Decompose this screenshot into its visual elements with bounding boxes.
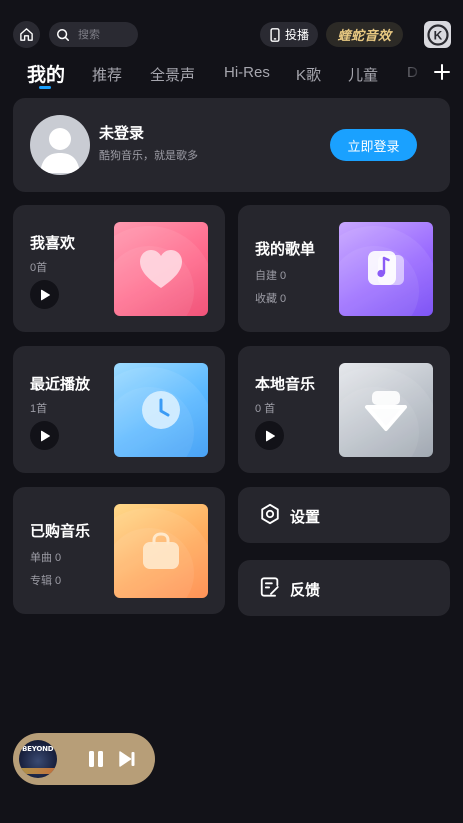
local-card[interactable]: 本地音乐 0 首: [238, 346, 450, 473]
recent-art: [114, 363, 208, 457]
cast-button[interactable]: 投播: [260, 22, 318, 47]
purchased-card[interactable]: 已购音乐 单曲 0 专辑 0: [13, 487, 225, 614]
tab-ksong[interactable]: K歌: [296, 64, 321, 85]
cover-text: BEYOND: [22, 745, 54, 753]
recent-title: 最近播放: [30, 376, 91, 393]
purchased-title: 已购音乐: [30, 523, 91, 540]
search-icon: [56, 28, 70, 41]
cover-stripe: [19, 768, 57, 774]
playlists-title: 我的歌单: [255, 241, 316, 258]
search-box[interactable]: [49, 22, 138, 47]
next-track-icon[interactable]: [117, 749, 137, 769]
tab-indicator: [39, 86, 51, 89]
favorites-play-button[interactable]: [30, 280, 59, 309]
purchased-singles: 单曲 0: [30, 552, 62, 564]
tab-atmos[interactable]: 全景声: [150, 64, 195, 85]
add-tab-icon[interactable]: [433, 63, 451, 81]
feedback-icon: [260, 577, 279, 597]
sound-effect-button[interactable]: 蝰蛇音效: [326, 22, 403, 47]
login-title: 未登录: [99, 125, 145, 142]
play-icon: [40, 430, 50, 441]
k-logo-icon: K: [426, 23, 449, 46]
recent-count: 1首: [30, 403, 48, 415]
home-button[interactable]: [13, 21, 40, 48]
local-play-button[interactable]: [255, 421, 284, 450]
playlists-card[interactable]: 我的歌单 自建 0 收藏 0: [238, 205, 450, 332]
login-subtitle: 酷狗音乐，就是歌多: [99, 150, 198, 162]
gear-icon: [261, 503, 279, 525]
tab-recommend[interactable]: 推荐: [92, 64, 122, 85]
tab-hires[interactable]: Hi-Res: [224, 64, 270, 81]
home-icon: [20, 28, 33, 41]
clock-icon: [142, 391, 180, 429]
local-count: 0 首: [255, 403, 276, 415]
heart-icon: [140, 250, 182, 288]
favorites-title: 我喜欢: [30, 235, 76, 252]
playlist-icon: [368, 251, 404, 285]
mini-player[interactable]: BEYOND: [13, 733, 155, 785]
purchased-art: [114, 504, 208, 598]
playlists-art: [339, 222, 433, 316]
top-bar: 投播 蝰蛇音效 K: [0, 18, 463, 52]
favorites-card[interactable]: 我喜欢 0首: [13, 205, 225, 332]
playlists-created: 自建 0: [255, 270, 287, 282]
download-icon: [365, 391, 407, 431]
playlists-collected: 收藏 0: [255, 293, 287, 305]
default-avatar-icon: [40, 128, 80, 173]
settings-row[interactable]: 设置: [238, 487, 450, 543]
login-button[interactable]: 立即登录: [330, 129, 417, 161]
login-card[interactable]: 未登录 酷狗音乐，就是歌多 立即登录: [13, 98, 450, 192]
bag-icon: [143, 532, 179, 569]
favorites-art: [114, 222, 208, 316]
pause-icon[interactable]: [86, 749, 106, 769]
sound-effect-label: 蝰蛇音效: [337, 29, 392, 44]
play-icon: [265, 430, 275, 441]
album-cover[interactable]: BEYOND: [19, 740, 57, 778]
svg-text:K: K: [433, 28, 442, 42]
phone-icon: [270, 27, 280, 42]
play-icon: [40, 289, 50, 300]
search-input[interactable]: [78, 28, 128, 41]
local-title: 本地音乐: [255, 376, 316, 393]
tab-kids[interactable]: 儿童: [348, 64, 378, 85]
avatar[interactable]: [30, 115, 90, 175]
favorites-count: 0首: [30, 262, 48, 274]
tab-mine[interactable]: 我的: [27, 60, 65, 87]
category-tabs: 我的 推荐 全景声 Hi-Res K歌 儿童 D: [0, 58, 463, 92]
recent-play-button[interactable]: [30, 421, 59, 450]
recent-card[interactable]: 最近播放 1首: [13, 346, 225, 473]
cast-label: 投播: [284, 28, 309, 42]
feedback-row[interactable]: 反馈: [238, 560, 450, 616]
tab-fade: [395, 58, 425, 92]
settings-label: 设置: [290, 509, 321, 526]
k-song-button[interactable]: K: [424, 21, 451, 48]
feedback-label: 反馈: [290, 582, 321, 599]
local-art: [339, 363, 433, 457]
purchased-albums: 专辑 0: [30, 575, 62, 587]
